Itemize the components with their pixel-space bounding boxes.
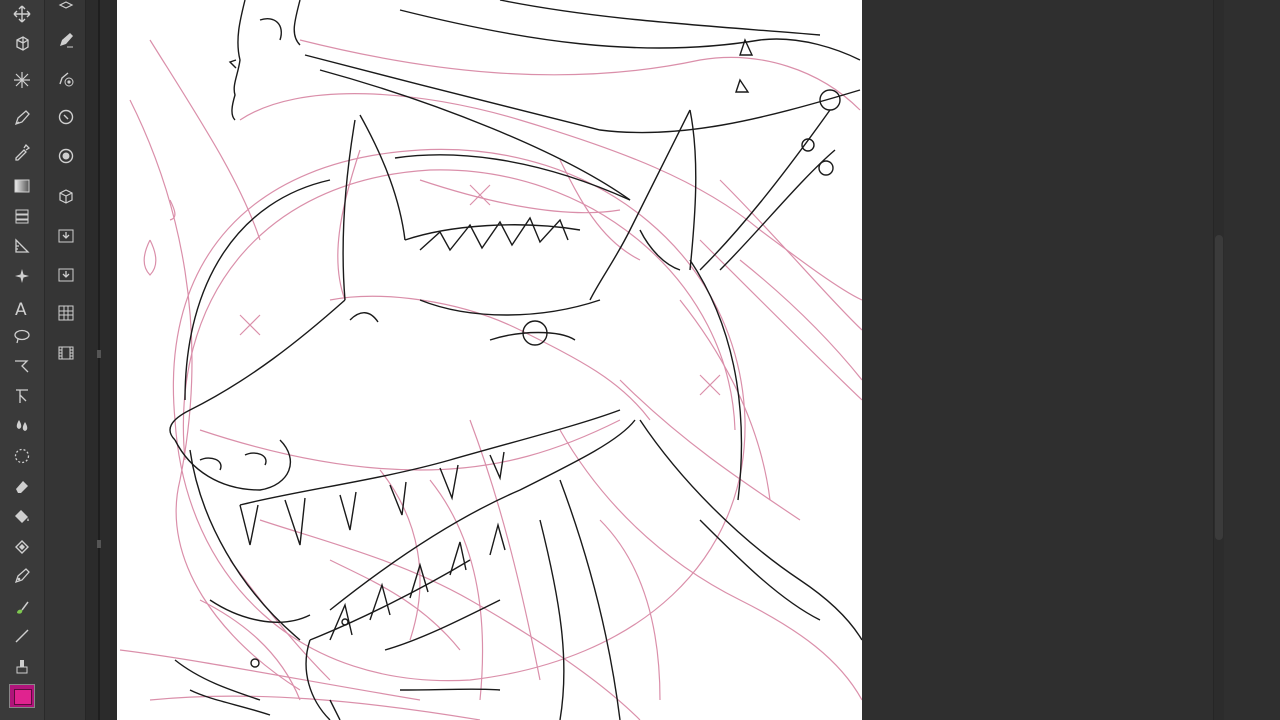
zoom-icon[interactable] [52, 105, 80, 129]
tool-palette: A [0, 0, 45, 720]
pen-icon[interactable] [8, 106, 36, 130]
fill-icon[interactable] [8, 504, 36, 528]
marquee-icon[interactable] [8, 444, 36, 468]
layer-stack-icon[interactable] [52, 0, 80, 18]
sparkle-icon[interactable] [8, 68, 36, 92]
eraser-icon[interactable] [8, 474, 36, 498]
lasso-icon[interactable] [8, 324, 36, 348]
selection-pen-icon[interactable] [8, 354, 36, 378]
sparkle-icon[interactable] [8, 264, 36, 288]
vector-pen-icon[interactable] [8, 564, 36, 588]
export-icon[interactable] [52, 262, 80, 286]
layers-icon[interactable] [8, 204, 36, 228]
stamp-icon[interactable] [8, 654, 36, 678]
line-icon[interactable] [8, 624, 36, 648]
grid-icon[interactable] [52, 301, 80, 325]
divider-line [98, 0, 100, 720]
divider-handle[interactable] [97, 350, 101, 358]
eyedropper-icon[interactable] [8, 140, 36, 164]
drawing-canvas[interactable] [117, 0, 862, 720]
film-icon[interactable] [52, 341, 80, 365]
brush-icon[interactable] [8, 596, 36, 620]
transform-3d-icon[interactable] [8, 32, 36, 56]
fill-target-icon[interactable] [52, 67, 80, 91]
panel-divider[interactable] [86, 0, 117, 720]
main-color-chip[interactable] [14, 689, 32, 705]
fill-eraser-icon[interactable] [8, 534, 36, 558]
current-color-swatch[interactable] [9, 684, 35, 708]
svg-text:A: A [15, 300, 27, 317]
brush-settings-icon[interactable] [52, 28, 80, 52]
import-icon[interactable] [52, 223, 80, 247]
scrollbar-thumb[interactable] [1215, 235, 1223, 540]
artwork-sketch [119, 0, 862, 720]
ruler-icon[interactable] [8, 234, 36, 258]
gradient-icon[interactable] [8, 174, 36, 198]
move-icon[interactable] [8, 2, 36, 26]
circle-icon[interactable] [52, 144, 80, 168]
select-arrow-icon[interactable] [8, 384, 36, 408]
divider-handle[interactable] [97, 540, 101, 548]
text-icon[interactable]: A [8, 296, 36, 320]
sub-tool-palette [45, 0, 86, 720]
blend-icon[interactable] [8, 414, 36, 438]
3d-cube-icon[interactable] [52, 184, 80, 208]
